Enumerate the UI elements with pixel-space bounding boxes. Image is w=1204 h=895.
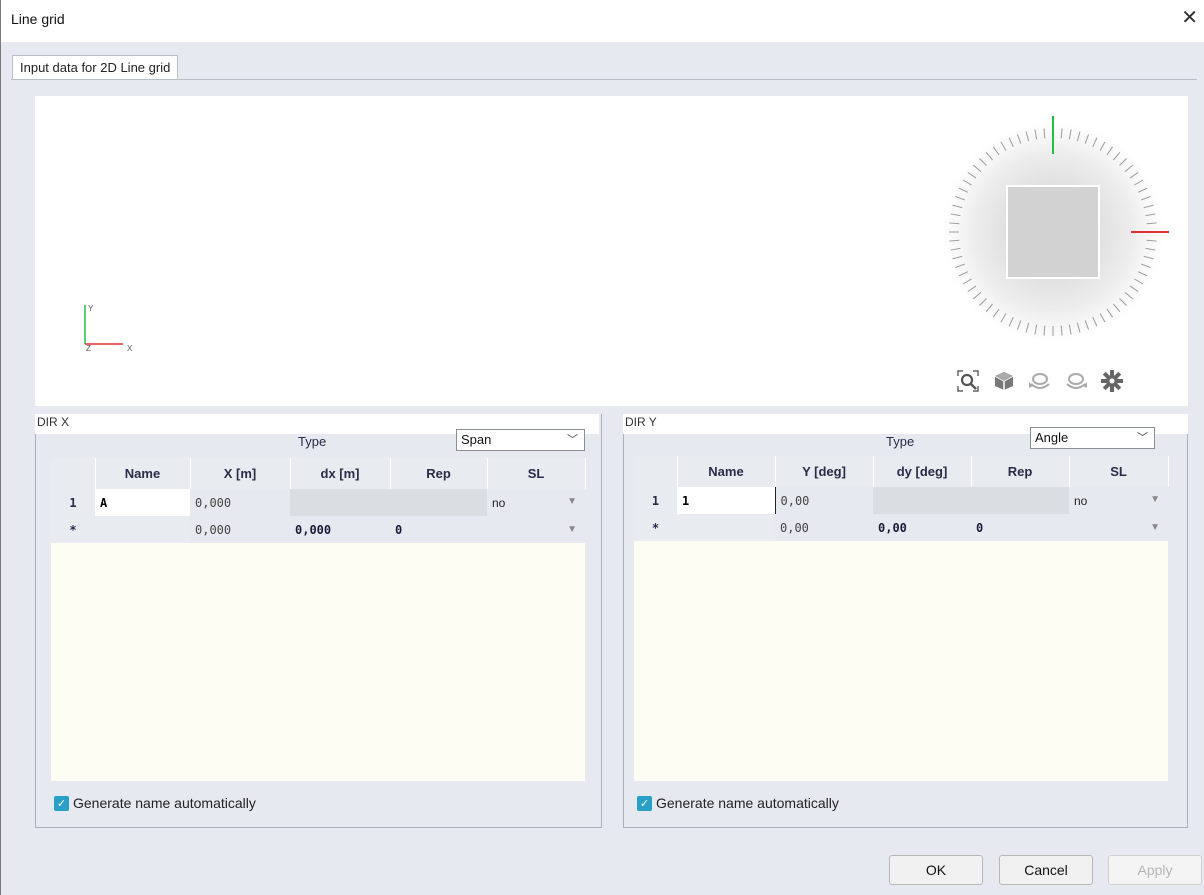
col-header-value: Y [deg] bbox=[775, 456, 874, 487]
sl-cell[interactable]: ▼ bbox=[1069, 514, 1168, 541]
dropdown-arrow-icon[interactable]: ▼ bbox=[567, 496, 577, 507]
view-toolbar bbox=[955, 366, 1185, 396]
value-cell[interactable]: 0,00 bbox=[775, 487, 873, 514]
dir-x-type-label: Type bbox=[298, 434, 327, 449]
table-row[interactable]: 1 1 0,00 no ▼ bbox=[634, 487, 1168, 514]
generate-label: Generate name automatically bbox=[73, 795, 256, 811]
name-cell[interactable]: 1 bbox=[677, 487, 776, 514]
col-header-value: X [m] bbox=[190, 458, 291, 489]
axis-z-label: Z bbox=[86, 344, 91, 351]
chevron-down-icon: ﹀ bbox=[567, 434, 578, 446]
col-header-sl: SL bbox=[1069, 456, 1169, 487]
dir-x-generate-name[interactable]: ✓ Generate name automatically bbox=[54, 795, 256, 811]
col-header-rep: Rep bbox=[971, 456, 1070, 487]
ok-button[interactable]: OK bbox=[889, 855, 983, 885]
dir-x-type-select[interactable]: Span ﹀ bbox=[456, 429, 585, 451]
dir-y-generate-name[interactable]: ✓ Generate name automatically bbox=[637, 795, 839, 811]
value-cell[interactable]: 0,000 bbox=[190, 489, 290, 516]
settings-icon[interactable] bbox=[1099, 368, 1125, 394]
col-header-name: Name bbox=[95, 458, 191, 489]
view-3d-icon[interactable] bbox=[991, 368, 1017, 394]
tab-input-data[interactable]: Input data for 2D Line grid bbox=[12, 55, 179, 80]
dir-x-empty-area bbox=[51, 543, 585, 781]
row-number: * bbox=[51, 516, 95, 543]
table-row[interactable]: * 0,00 0,00 0 ▼ bbox=[634, 514, 1168, 541]
delta-cell[interactable]: 0,000 bbox=[290, 516, 390, 543]
row-number: 1 bbox=[51, 489, 95, 516]
row-header-corner bbox=[51, 458, 96, 489]
dir-y-group: DIR Y Type Angle ﹀ Name Y [deg] dy [deg]… bbox=[623, 406, 1188, 828]
value-cell[interactable]: 0,000 bbox=[190, 516, 290, 543]
rep-cell[interactable]: 0 bbox=[390, 516, 487, 543]
col-header-rep: Rep bbox=[390, 458, 488, 489]
checkbox-checked-icon[interactable]: ✓ bbox=[54, 795, 69, 811]
sl-cell[interactable]: no ▼ bbox=[1069, 487, 1168, 514]
name-cell[interactable] bbox=[677, 514, 775, 541]
col-header-delta: dy [deg] bbox=[873, 456, 972, 487]
row-number: * bbox=[634, 514, 677, 541]
close-icon[interactable]: ✕ bbox=[1181, 8, 1198, 28]
axis-y-label: Y bbox=[88, 304, 94, 313]
zoom-all-icon[interactable] bbox=[955, 368, 981, 394]
graphic-viewport[interactable]: Y X Z bbox=[35, 96, 1188, 406]
dropdown-arrow-icon[interactable]: ▼ bbox=[1150, 522, 1160, 533]
table-row[interactable]: 1 A 0,000 no ▼ bbox=[51, 489, 585, 516]
window-title: Line grid bbox=[11, 11, 65, 27]
axis-indicator: Y X Z bbox=[84, 304, 133, 351]
dropdown-arrow-icon[interactable]: ▼ bbox=[1150, 494, 1160, 505]
dialog-body: Input data for 2D Line grid Y X Z DIR X … bbox=[0, 42, 1204, 895]
delta-rep-cell bbox=[290, 489, 487, 516]
sl-cell[interactable]: ▼ bbox=[487, 516, 585, 543]
row-number: 1 bbox=[634, 487, 677, 514]
dir-y-type-label: Type bbox=[886, 434, 915, 449]
title-bar: Line grid ✕ bbox=[0, 0, 1204, 42]
generate-label: Generate name automatically bbox=[656, 795, 839, 811]
apply-button[interactable]: Apply bbox=[1108, 855, 1202, 885]
table-row[interactable]: * 0,000 0,000 0 ▼ bbox=[51, 516, 585, 543]
delta-rep-cell bbox=[873, 487, 1069, 514]
rotate-right-icon[interactable] bbox=[1063, 368, 1089, 394]
axis-x-label: X bbox=[127, 344, 133, 351]
name-cell[interactable] bbox=[95, 516, 190, 543]
delta-cell[interactable]: 0,00 bbox=[873, 514, 971, 541]
row-header-corner bbox=[634, 456, 678, 487]
dir-y-empty-area bbox=[634, 541, 1168, 781]
dir-x-group: DIR X Type Span ﹀ Name X [m] dx [m] Rep … bbox=[35, 406, 602, 828]
checkbox-checked-icon[interactable]: ✓ bbox=[637, 795, 652, 811]
rotate-left-icon[interactable] bbox=[1027, 368, 1053, 394]
col-header-delta: dx [m] bbox=[290, 458, 391, 489]
dir-y-table: Name Y [deg] dy [deg] Rep SL 1 1 0,00 no… bbox=[634, 456, 1169, 541]
dir-y-type-select[interactable]: Angle ﹀ bbox=[1030, 427, 1155, 449]
sl-cell[interactable]: no ▼ bbox=[487, 489, 585, 516]
dropdown-arrow-icon[interactable]: ▼ bbox=[567, 524, 577, 535]
rep-cell[interactable]: 0 bbox=[971, 514, 1069, 541]
col-header-name: Name bbox=[677, 456, 776, 487]
value-cell[interactable]: 0,00 bbox=[775, 514, 873, 541]
chevron-down-icon: ﹀ bbox=[1137, 432, 1148, 444]
cancel-button[interactable]: Cancel bbox=[999, 855, 1093, 885]
dir-x-table: Name X [m] dx [m] Rep SL 1 A 0,000 no ▼ bbox=[51, 458, 586, 543]
col-header-sl: SL bbox=[487, 458, 586, 489]
navigation-cube[interactable] bbox=[941, 114, 1181, 354]
name-cell[interactable]: A bbox=[95, 489, 190, 516]
